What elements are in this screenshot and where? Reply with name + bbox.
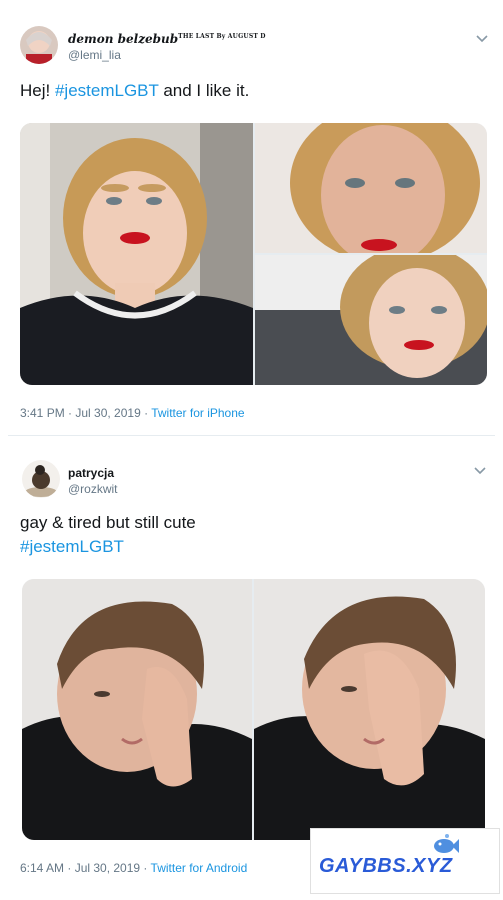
photo[interactable] bbox=[22, 579, 252, 840]
tweet-card-1[interactable]: demon belzebubTHE LAST By AUGUST D @lemi… bbox=[8, 8, 495, 436]
avatar[interactable] bbox=[22, 460, 60, 498]
display-name[interactable]: demon belzebubTHE LAST By AUGUST D bbox=[68, 32, 266, 46]
source-link[interactable]: Twitter for Android bbox=[151, 861, 248, 875]
source-link[interactable]: Twitter for iPhone bbox=[151, 406, 244, 420]
photo[interactable] bbox=[255, 255, 487, 385]
hashtag-link[interactable]: #jestemLGBT bbox=[55, 81, 159, 100]
divider bbox=[8, 435, 495, 436]
hashtag-link[interactable]: #jestemLGBT bbox=[20, 535, 196, 559]
chevron-down-icon[interactable] bbox=[475, 34, 489, 44]
watermark-text: GAYBBS.XYZ bbox=[319, 855, 453, 877]
media-grid[interactable] bbox=[22, 579, 485, 840]
author-block[interactable]: patrycja @rozkwit bbox=[68, 466, 118, 496]
avatar[interactable] bbox=[20, 26, 58, 64]
timestamp[interactable]: 3:41 PM · Jul 30, 2019 · bbox=[20, 406, 151, 420]
watermark: GAYBBS.XYZ bbox=[310, 828, 500, 894]
tweet-text: Hej! #jestemLGBT and I like it. bbox=[20, 81, 250, 100]
handle[interactable]: @rozkwit bbox=[68, 482, 118, 496]
media-grid[interactable] bbox=[20, 123, 487, 385]
photo[interactable] bbox=[20, 123, 253, 385]
handle[interactable]: @lemi_lia bbox=[68, 48, 266, 62]
display-name[interactable]: patrycja bbox=[68, 466, 118, 480]
tweet-meta: 3:41 PM · Jul 30, 2019 · Twitter for iPh… bbox=[20, 406, 245, 420]
fish-icon bbox=[434, 834, 459, 853]
chevron-down-icon[interactable] bbox=[473, 466, 487, 476]
tweet-card-2[interactable]: patrycja @rozkwit gay & tired but still … bbox=[8, 444, 495, 894]
photo[interactable] bbox=[255, 123, 487, 253]
tweet-text: gay & tired but still cute #jestemLGBT bbox=[20, 511, 196, 559]
photo[interactable] bbox=[254, 579, 485, 840]
author-block[interactable]: demon belzebubTHE LAST By AUGUST D @lemi… bbox=[68, 32, 266, 62]
timestamp[interactable]: 6:14 AM · Jul 30, 2019 · bbox=[20, 861, 151, 875]
tweet-meta: 6:14 AM · Jul 30, 2019 · Twitter for And… bbox=[20, 861, 247, 875]
